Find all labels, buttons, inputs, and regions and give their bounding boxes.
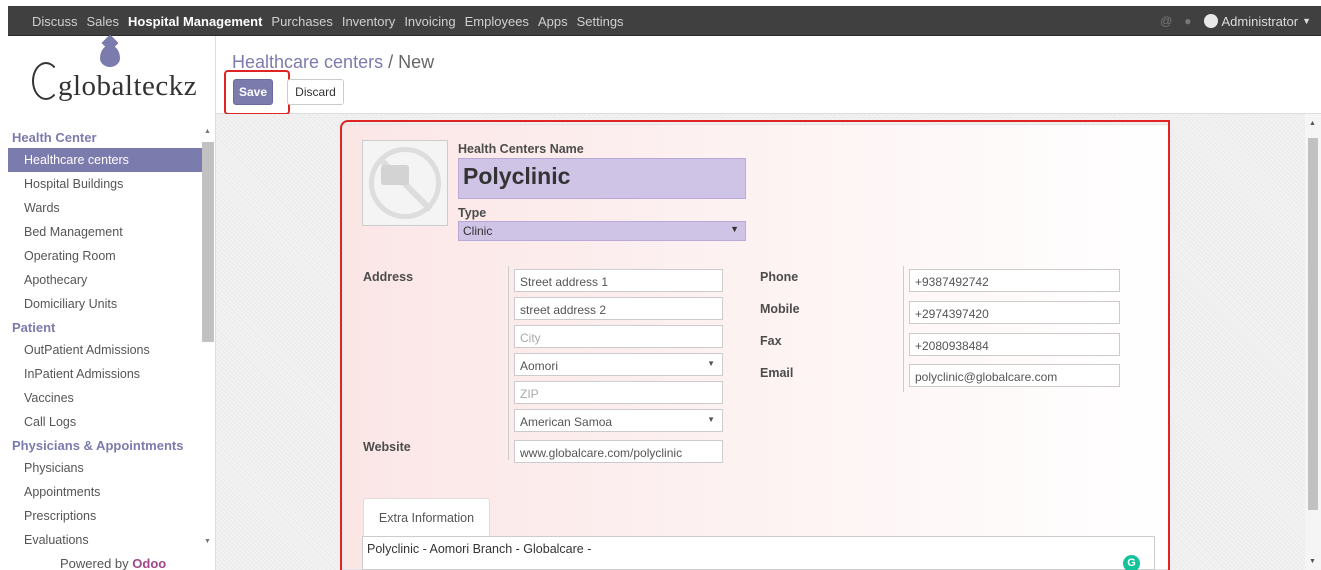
company-logo[interactable]: globalteckz	[8, 36, 216, 124]
breadcrumb-separator: /	[383, 52, 399, 72]
sidebar-scrollbar[interactable]: ▲ ▼	[202, 126, 214, 556]
email-field[interactable]: polyclinic@globalcare.com	[909, 364, 1120, 387]
top-navbar-inner: Discuss Sales Hospital Management Purcha…	[8, 6, 1321, 36]
main-menu: Discuss Sales Hospital Management Purcha…	[32, 6, 633, 36]
chevron-down-icon[interactable]: ▼	[1302, 16, 1311, 26]
sidebar-item-healthcare-centers[interactable]: Healthcare centers	[8, 148, 202, 172]
menu-employees[interactable]: Employees	[465, 14, 529, 29]
menu-sales[interactable]: Sales	[87, 14, 120, 29]
phone-field[interactable]: +9387492742	[909, 269, 1120, 292]
sidebar-item-physicians[interactable]: Physicians	[8, 456, 202, 480]
name-label: Health Centers Name	[458, 142, 584, 156]
email-label: Email	[760, 366, 794, 380]
scroll-up-icon[interactable]: ▲	[204, 128, 211, 135]
chevron-down-icon: ▼	[707, 415, 715, 424]
drop-icon	[100, 45, 120, 67]
chat-icon[interactable]: ●	[1184, 14, 1191, 28]
chevron-down-icon: ▼	[707, 359, 715, 368]
chevron-down-icon: ▼	[730, 224, 739, 234]
country-select[interactable]: American Samoa ▼	[514, 409, 723, 432]
control-panel: Healthcare centers / New Save Discard	[216, 36, 1321, 115]
state-select[interactable]: Aomori ▼	[514, 353, 723, 376]
main-scroll-thumb[interactable]	[1308, 138, 1318, 510]
breadcrumb-parent[interactable]: Healthcare centers	[232, 52, 383, 72]
menu-purchases[interactable]: Purchases	[271, 14, 332, 29]
tab-extra-information[interactable]: Extra Information	[363, 498, 490, 536]
sidebar-item-operating-room[interactable]: Operating Room	[8, 244, 202, 268]
menu-discuss[interactable]: Discuss	[32, 14, 78, 29]
type-label: Type	[458, 206, 487, 220]
street1-field[interactable]: Street address 1	[514, 269, 723, 292]
menu-invoicing[interactable]: Invoicing	[404, 14, 455, 29]
sidebar-item-call-logs[interactable]: Call Logs	[8, 410, 202, 434]
sidebar-item-hospital-buildings[interactable]: Hospital Buildings	[8, 172, 202, 196]
menu-hospital-management[interactable]: Hospital Management	[128, 14, 262, 29]
sidebar-item-prescriptions[interactable]: Prescriptions	[8, 504, 202, 528]
discard-button[interactable]: Discard	[287, 79, 344, 105]
sidebar-section-physicians-appointments: Physicians & Appointments	[12, 438, 184, 453]
logo-c-mark	[32, 62, 60, 100]
logo-text: globalteckz	[58, 70, 198, 102]
sidebar-item-wards[interactable]: Wards	[8, 196, 202, 220]
type-value: Clinic	[463, 224, 493, 238]
powered-by: Powered by Odoo	[60, 556, 166, 570]
menu-inventory[interactable]: Inventory	[342, 14, 395, 29]
scroll-up-icon[interactable]: ▲	[1309, 120, 1316, 127]
sidebar-item-bed-management[interactable]: Bed Management	[8, 220, 202, 244]
sidebar-nav: Health Center Healthcare centers Hospita…	[8, 126, 202, 556]
sidebar-item-domiciliary-units[interactable]: Domiciliary Units	[8, 292, 202, 316]
sidebar-scroll-thumb[interactable]	[202, 142, 214, 342]
scroll-down-icon[interactable]: ▼	[1309, 558, 1316, 565]
website-label: Website	[363, 440, 411, 454]
sidebar-section-health-center: Health Center	[12, 130, 97, 145]
divider	[508, 266, 509, 460]
scroll-down-icon[interactable]: ▼	[204, 538, 211, 545]
odoo-link[interactable]: Odoo	[132, 556, 166, 570]
type-select[interactable]: Clinic ▼	[458, 221, 746, 241]
notes-field[interactable]: Polyclinic - Aomori Branch - Globalcare …	[362, 536, 1155, 570]
divider	[903, 266, 904, 392]
mobile-label: Mobile	[760, 302, 800, 316]
main-scrollbar[interactable]: ▲ ▼	[1305, 114, 1321, 570]
menu-apps[interactable]: Apps	[538, 14, 568, 29]
user-name[interactable]: Administrator	[1222, 14, 1299, 29]
grammarly-icon[interactable]: G	[1123, 555, 1140, 570]
user-menu: @ ● Administrator ▼	[1148, 6, 1311, 36]
camera-icon	[381, 165, 409, 185]
sidebar-item-apothecary[interactable]: Apothecary	[8, 268, 202, 292]
city-field[interactable]: City	[514, 325, 723, 348]
fax-field[interactable]: +2080938484	[909, 333, 1120, 356]
name-field[interactable]: Polyclinic	[458, 158, 746, 199]
powered-by-label: Powered by	[60, 556, 129, 570]
sidebar-item-outpatient-admissions[interactable]: OutPatient Admissions	[8, 338, 202, 362]
fax-label: Fax	[760, 334, 782, 348]
at-icon[interactable]: @	[1160, 14, 1172, 28]
breadcrumb-current: New	[398, 52, 435, 72]
avatar[interactable]	[1203, 14, 1218, 28]
country-value: American Samoa	[520, 415, 613, 429]
save-button[interactable]: Save	[233, 79, 273, 105]
sidebar: globalteckz Health Center Healthcare cen…	[8, 36, 216, 570]
sidebar-item-inpatient-admissions[interactable]: InPatient Admissions	[8, 362, 202, 386]
address-label: Address	[363, 270, 414, 284]
menu-settings[interactable]: Settings	[577, 14, 624, 29]
state-value: Aomori	[520, 359, 559, 373]
image-upload[interactable]	[362, 140, 448, 226]
zip-field[interactable]: ZIP	[514, 381, 723, 404]
sidebar-section-patient: Patient	[12, 320, 56, 335]
sidebar-item-vaccines[interactable]: Vaccines	[8, 386, 202, 410]
mobile-field[interactable]: +2974397420	[909, 301, 1120, 324]
street2-field[interactable]: street address 2	[514, 297, 723, 320]
sidebar-item-evaluations[interactable]: Evaluations	[8, 528, 202, 552]
sidebar-item-appointments[interactable]: Appointments	[8, 480, 202, 504]
phone-label: Phone	[760, 270, 799, 284]
website-field[interactable]: www.globalcare.com/polyclinic	[514, 440, 723, 463]
